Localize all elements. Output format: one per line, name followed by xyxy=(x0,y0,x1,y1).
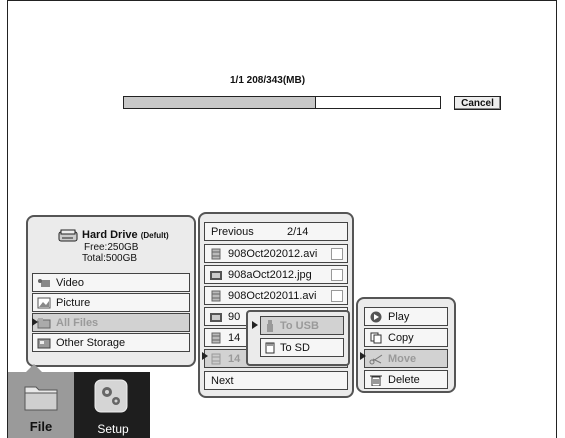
gear-icon xyxy=(94,379,128,416)
to-usb-option[interactable]: To USB xyxy=(260,316,344,335)
move-destination-menu: To USB To SD xyxy=(246,310,350,366)
video-file-icon xyxy=(209,353,223,365)
action-menu: Play Copy Move Delete xyxy=(356,297,456,393)
file-name: 908Oct202011.avi xyxy=(228,289,317,302)
selection-arrow-icon xyxy=(202,352,208,360)
setup-tab[interactable]: Setup xyxy=(80,374,146,438)
video-file-icon xyxy=(209,248,223,260)
video-file-icon xyxy=(209,332,223,344)
file-row[interactable]: 908Oct202012.avi xyxy=(204,244,348,263)
file-row[interactable]: 908aOct2012.jpg xyxy=(204,265,348,284)
page-indicator: 2/14 xyxy=(287,225,309,238)
file-tab[interactable]: File xyxy=(8,372,74,438)
progress-fill xyxy=(124,97,317,108)
move-button[interactable]: Move xyxy=(364,349,448,368)
file-name: 908Oct202012.avi xyxy=(228,247,318,260)
folder-icon xyxy=(37,317,51,329)
file-checkbox[interactable] xyxy=(331,269,343,281)
sd-card-icon xyxy=(263,342,277,354)
file-name: 14 xyxy=(228,352,241,365)
trash-icon xyxy=(369,374,383,386)
cancel-button[interactable]: Cancel xyxy=(454,96,501,110)
drive-free: Free:250GB xyxy=(84,242,139,253)
previous-button[interactable]: Previous 2/14 xyxy=(204,222,348,241)
hard-drive-icon xyxy=(58,229,78,246)
storage-panel: Hard Drive (Defult) Free:250GB Total:500… xyxy=(26,215,196,367)
progress-label: 1/1 208/343(MB) xyxy=(230,75,306,86)
category-label: All Files xyxy=(56,316,99,329)
selection-arrow-icon xyxy=(360,352,366,360)
file-name: 90 xyxy=(228,310,241,323)
setup-tab-label: Setup xyxy=(97,422,129,436)
file-tab-pointer-icon xyxy=(25,364,43,373)
to-usb-label: To USB xyxy=(280,319,319,332)
to-sd-label: To SD xyxy=(280,341,310,354)
delete-button[interactable]: Delete xyxy=(364,370,448,389)
file-name: 14 xyxy=(228,331,241,344)
file-row[interactable]: 908Oct202011.avi xyxy=(204,286,348,305)
file-checkbox[interactable] xyxy=(331,248,343,260)
play-button[interactable]: Play xyxy=(364,307,448,326)
to-sd-option[interactable]: To SD xyxy=(260,338,344,357)
file-checkbox[interactable] xyxy=(331,290,343,302)
category-video[interactable]: Video xyxy=(32,273,190,292)
progress-bar xyxy=(123,96,441,109)
file-list-panel: Previous 2/14 908Oct202012.avi 908aOct20… xyxy=(198,212,354,398)
drive-total: Total:500GB xyxy=(82,253,138,264)
file-tab-label: File xyxy=(29,419,53,434)
next-button[interactable]: Next xyxy=(204,371,348,390)
drive-name: Hard Drive (Defult) xyxy=(82,229,169,241)
category-picture[interactable]: Picture xyxy=(32,293,190,312)
video-file-icon xyxy=(209,290,223,302)
scissors-icon xyxy=(369,353,383,365)
copy-icon xyxy=(369,332,383,344)
copy-button[interactable]: Copy xyxy=(364,328,448,347)
selection-arrow-icon xyxy=(32,318,38,326)
picture-icon xyxy=(37,297,51,309)
usb-icon xyxy=(263,319,277,332)
play-icon xyxy=(369,311,383,323)
file-name: 908aOct2012.jpg xyxy=(228,268,312,281)
category-all-files[interactable]: All Files xyxy=(32,313,190,332)
category-label: Picture xyxy=(56,296,91,309)
category-label: Video xyxy=(56,276,84,289)
image-file-icon xyxy=(209,269,223,281)
storage-icon xyxy=(37,337,51,349)
folder-icon xyxy=(22,378,60,417)
category-other-storage[interactable]: Other Storage xyxy=(32,333,190,352)
image-file-icon xyxy=(209,311,223,323)
category-label: Other Storage xyxy=(56,336,126,349)
selection-arrow-icon xyxy=(252,321,258,329)
video-icon xyxy=(37,277,51,289)
